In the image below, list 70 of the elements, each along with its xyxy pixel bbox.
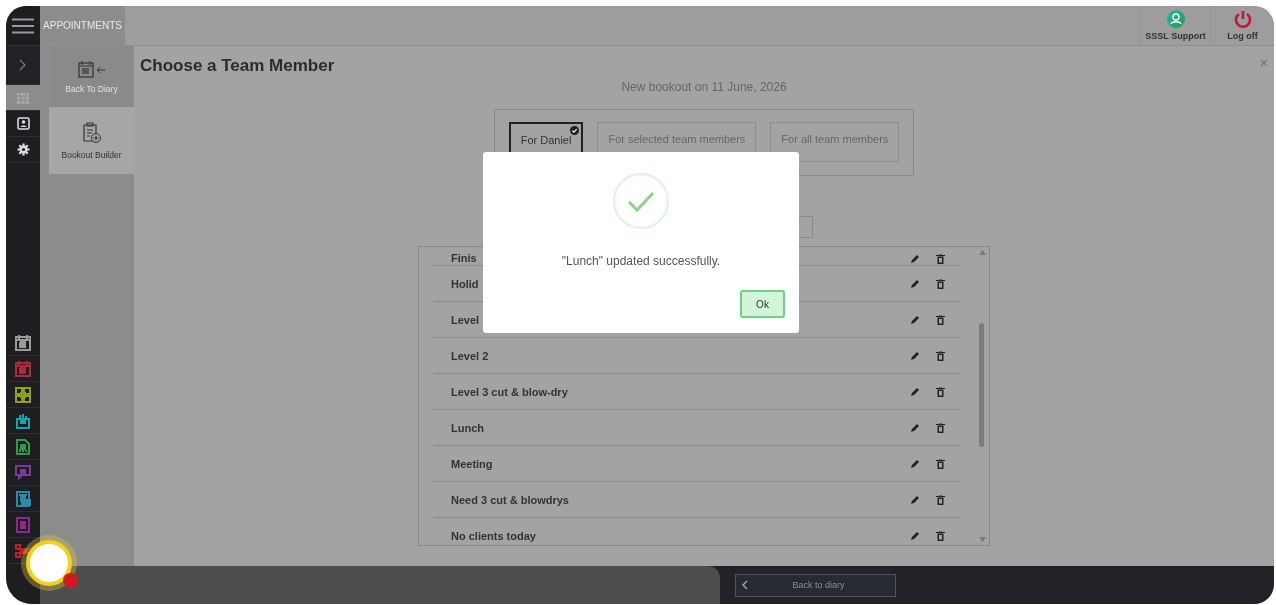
edit-button[interactable]: [910, 254, 920, 264]
delete-button[interactable]: [936, 422, 945, 433]
bookout-name: Meeting: [451, 457, 493, 470]
chart-document-icon[interactable]: [14, 437, 32, 456]
edit-button[interactable]: [910, 314, 920, 325]
trash-icon: [936, 350, 945, 361]
pencil-icon: [910, 386, 920, 397]
delete-button[interactable]: [936, 254, 945, 264]
pencil-icon: [910, 254, 920, 264]
delete-button[interactable]: [936, 494, 945, 505]
delete-button[interactable]: [936, 278, 945, 289]
delete-button[interactable]: [936, 314, 945, 325]
chevron-left-icon: [742, 580, 748, 590]
trash-icon: [936, 314, 945, 325]
delete-button[interactable]: [936, 350, 945, 361]
bookout-name: Level 3 cut & blow-dry: [451, 385, 568, 398]
edit-button[interactable]: [910, 458, 920, 469]
delete-button[interactable]: [936, 458, 945, 469]
trash-icon: [936, 278, 945, 289]
back-to-diary-button[interactable]: Back to diary: [735, 573, 896, 597]
page-title: Choose a Team Member: [140, 56, 335, 76]
success-message: "Lunch" updated successfully.: [561, 254, 721, 268]
pencil-icon: [910, 458, 920, 469]
user-icon: [1166, 10, 1185, 28]
chevron-right-icon: [19, 59, 27, 71]
check-icon: [570, 126, 580, 135]
ok-button[interactable]: Ok: [740, 290, 785, 318]
pencil-icon: [910, 530, 920, 541]
pencil-icon: [910, 494, 920, 505]
menu-icon[interactable]: [12, 17, 34, 34]
edit-button[interactable]: [910, 278, 920, 289]
subnav-item[interactable]: Bookout Builder: [49, 107, 134, 174]
success-check-icon: [612, 172, 670, 230]
trash-icon: [936, 494, 945, 505]
scrollbar-thumb[interactable]: [979, 323, 984, 447]
bookout-name: Lunch: [451, 421, 484, 434]
settings-icon: [16, 143, 30, 156]
document-icon[interactable]: [14, 489, 32, 508]
pencil-icon: [910, 278, 920, 289]
bookout-name: Level: [451, 313, 480, 326]
pencil-icon: [910, 314, 920, 325]
clipboard-add-icon: [81, 121, 102, 144]
bookout-name: Level 2: [451, 349, 489, 362]
log-off-button[interactable]: Log off: [1210, 6, 1274, 45]
contact-card-icon: [16, 117, 30, 130]
trash-icon: [936, 458, 945, 469]
trash-icon: [936, 254, 945, 264]
edit-button[interactable]: [910, 494, 920, 505]
calendar-back-icon: [77, 59, 106, 78]
bookout-name: No clients today: [451, 529, 536, 542]
edit-button[interactable]: [910, 422, 920, 433]
edit-button[interactable]: [910, 386, 920, 397]
power-icon: [1233, 10, 1252, 28]
section-title: APPOINTMENTS: [40, 6, 125, 45]
support-button[interactable]: SSSL Support: [1140, 6, 1210, 45]
delete-button[interactable]: [936, 530, 945, 541]
edit-button[interactable]: [910, 530, 920, 541]
bookout-name: Finis: [451, 252, 477, 264]
trash-icon: [936, 530, 945, 541]
grid-icon[interactable]: [14, 385, 32, 404]
trash-icon: [936, 386, 945, 397]
delete-button[interactable]: [936, 386, 945, 397]
bookout-name: Need 3 cut & blowdrys: [451, 493, 569, 506]
bookout-name: Holid: [451, 277, 479, 290]
bag-icon[interactable]: [14, 411, 32, 430]
pencil-icon: [910, 422, 920, 433]
trash-icon: [936, 422, 945, 433]
edit-button[interactable]: [910, 350, 920, 361]
pencil-icon: [910, 350, 920, 361]
rail-item[interactable]: [6, 85, 40, 111]
